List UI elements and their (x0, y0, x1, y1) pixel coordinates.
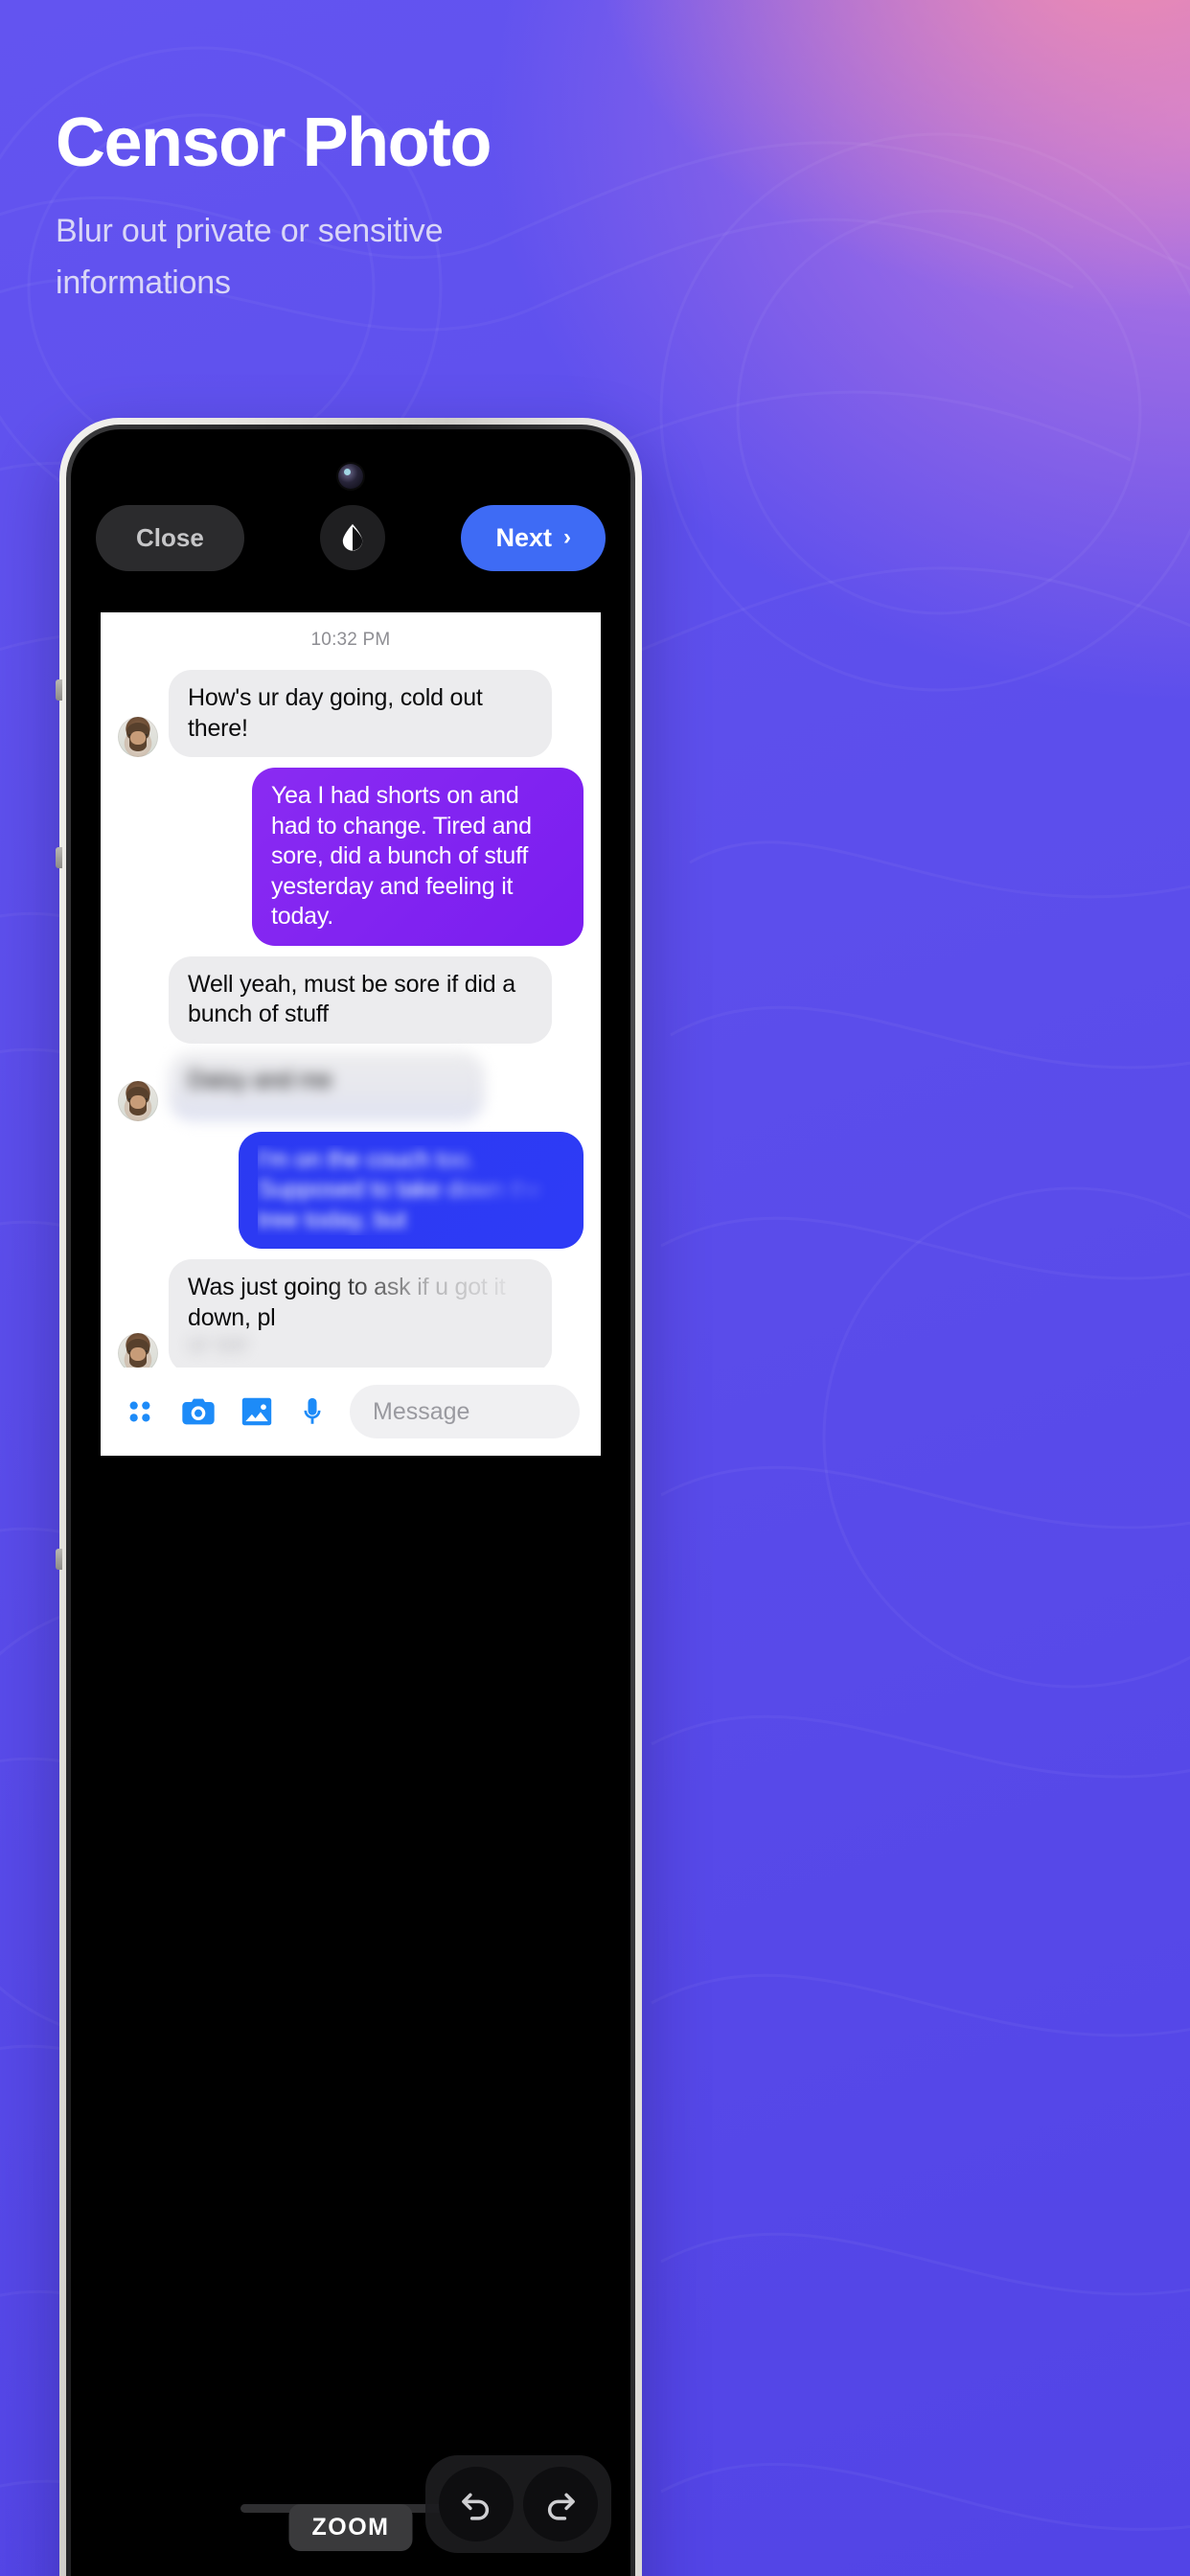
chat-row-m6: Was just going to ask if u got it down, … (101, 1259, 601, 1373)
message-text-censored-2: ur sor (188, 1330, 248, 1357)
page-title: Censor Photo (56, 104, 492, 181)
gallery-icon[interactable] (239, 1393, 275, 1430)
redo-arrow-icon (547, 2493, 575, 2520)
phone-screen: Close Next › 10:32 PM How's ur day going… (71, 429, 630, 2576)
chat-composer: Message (101, 1368, 601, 1456)
close-button[interactable]: Close (96, 504, 244, 571)
editor-toolbar: Close Next › (71, 485, 630, 590)
message-text-censored: Was just going to ask if u got it down, … (188, 1274, 506, 1331)
message-bubble[interactable]: Was just going to ask if u got it down, … (169, 1259, 552, 1373)
chat-row-m4: Daisy and me (101, 1051, 601, 1121)
message-input[interactable]: Message (350, 1385, 580, 1438)
chat-row-m1: How's ur day going, cold out there! (101, 670, 601, 757)
chevron-right-icon: › (563, 524, 571, 550)
message-bubble[interactable]: Yea I had shorts on and had to change. T… (252, 768, 584, 946)
next-button[interactable]: Next › (461, 504, 606, 571)
phone-bezel: Close Next › 10:32 PM How's ur day going… (66, 425, 635, 2576)
undo-redo-toolbar (425, 2455, 611, 2553)
message-bubble-censored[interactable]: Daisy and me (169, 1051, 485, 1121)
contrast-droplet-button[interactable] (320, 505, 386, 570)
redo-button[interactable] (523, 2467, 598, 2542)
phone-side-button-mute[interactable] (56, 679, 62, 701)
contrast-droplet-icon (342, 523, 363, 551)
undo-button[interactable] (439, 2467, 514, 2542)
photo-canvas[interactable]: 10:32 PM How's ur day going, cold out th… (101, 612, 601, 1456)
message-bubble[interactable]: Well yeah, must be sore if did a bunch o… (169, 955, 552, 1044)
next-button-label: Next (495, 522, 552, 552)
phone-side-button-volume-down[interactable] (56, 1549, 62, 1570)
phone-mockup: Close Next › 10:32 PM How's ur day going… (56, 418, 642, 2576)
chat-timestamp: 10:32 PM (310, 630, 391, 650)
chat-row-m3: Well yeah, must be sore if did a bunch o… (101, 955, 601, 1044)
camera-icon[interactable] (179, 1392, 217, 1431)
undo-arrow-icon (462, 2493, 490, 2520)
microphone-icon[interactable] (296, 1393, 329, 1430)
message-bubble[interactable]: I'm on the couch too. Supposed to take d… (239, 1131, 584, 1249)
avatar (118, 1080, 158, 1121)
chat-row-m5: I'm on the couch too. Supposed to take d… (101, 1131, 601, 1249)
chat-row-m2: Yea I had shorts on and had to change. T… (101, 768, 601, 946)
avatar (118, 717, 158, 757)
message-bubble[interactable]: How's ur day going, cold out there! (169, 670, 552, 757)
zoom-chip[interactable]: ZOOM (288, 2504, 413, 2551)
apps-grid-icon[interactable] (122, 1393, 158, 1430)
message-text-censored: I'm on the couch too. Supposed to take d… (258, 1145, 544, 1233)
page-subtitle: Blur out private or sensitive informatio… (56, 213, 444, 301)
phone-side-button-volume-up[interactable] (56, 847, 62, 868)
